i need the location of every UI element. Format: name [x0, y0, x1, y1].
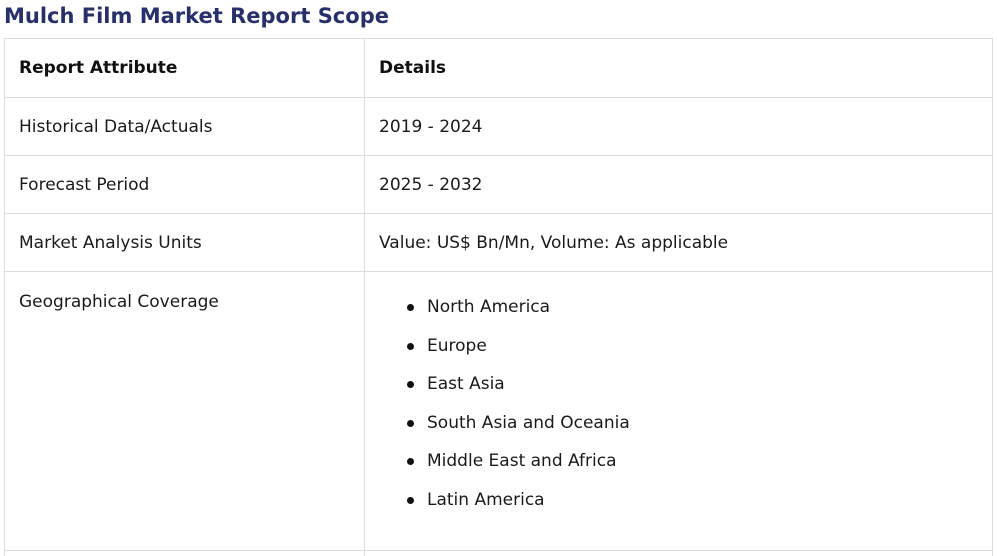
- header-report-attribute: Report Attribute: [4, 38, 365, 98]
- table-row-partial: [4, 550, 993, 556]
- bullet-icon: [407, 381, 414, 388]
- region-label: South Asia and Oceania: [427, 412, 630, 433]
- table-row: Historical Data/Actuals 2019 - 2024: [4, 97, 993, 156]
- bullet-icon: [407, 342, 414, 350]
- list-item: Middle East and Africa: [407, 450, 978, 489]
- row-details-historical: 2019 - 2024: [364, 97, 993, 156]
- table-row-geographical-coverage: Geographical Coverage North America Euro…: [4, 271, 993, 551]
- list-item: Latin America: [407, 489, 978, 528]
- header-details: Details: [364, 38, 993, 98]
- report-scope-table: Report Attribute Details Historical Data…: [4, 38, 993, 556]
- row-details-forecast: 2025 - 2032: [364, 155, 993, 214]
- row-details-units: Value: US$ Bn/Mn, Volume: As applicable: [364, 213, 993, 272]
- list-item: North America: [407, 296, 978, 335]
- page: Mulch Film Market Report Scope Report At…: [0, 0, 997, 556]
- region-list: North America Europe East Asia South Asi…: [379, 272, 978, 527]
- row-attribute-units: Market Analysis Units: [4, 213, 365, 272]
- region-label: North America: [427, 297, 551, 317]
- bullet-icon: [407, 496, 414, 504]
- region-label: Middle East and Africa: [427, 451, 617, 471]
- partial-cell-attribute: [4, 550, 365, 556]
- bullet-icon: [407, 419, 414, 427]
- list-item: Europe: [407, 335, 978, 374]
- row-attribute-geo: Geographical Coverage: [19, 292, 219, 312]
- table-header-row: Report Attribute Details: [4, 38, 993, 98]
- row-attribute-historical: Historical Data/Actuals: [4, 97, 365, 156]
- table-row: Market Analysis Units Value: US$ Bn/Mn, …: [4, 213, 993, 272]
- table-row: Forecast Period 2025 - 2032: [4, 155, 993, 214]
- region-label: East Asia: [427, 374, 505, 394]
- page-title: Mulch Film Market Report Scope: [4, 4, 389, 28]
- partial-cell-details: [364, 550, 993, 556]
- row-attribute-geo-cell: Geographical Coverage: [4, 271, 365, 551]
- bullet-icon: [407, 304, 414, 311]
- region-label: Europe: [427, 335, 487, 356]
- list-item: South Asia and Oceania: [407, 412, 978, 451]
- region-label: Latin America: [427, 489, 545, 510]
- row-attribute-forecast: Forecast Period: [4, 155, 365, 214]
- row-details-geo: North America Europe East Asia South Asi…: [364, 271, 993, 551]
- list-item: East Asia: [407, 373, 978, 412]
- bullet-icon: [407, 458, 414, 465]
